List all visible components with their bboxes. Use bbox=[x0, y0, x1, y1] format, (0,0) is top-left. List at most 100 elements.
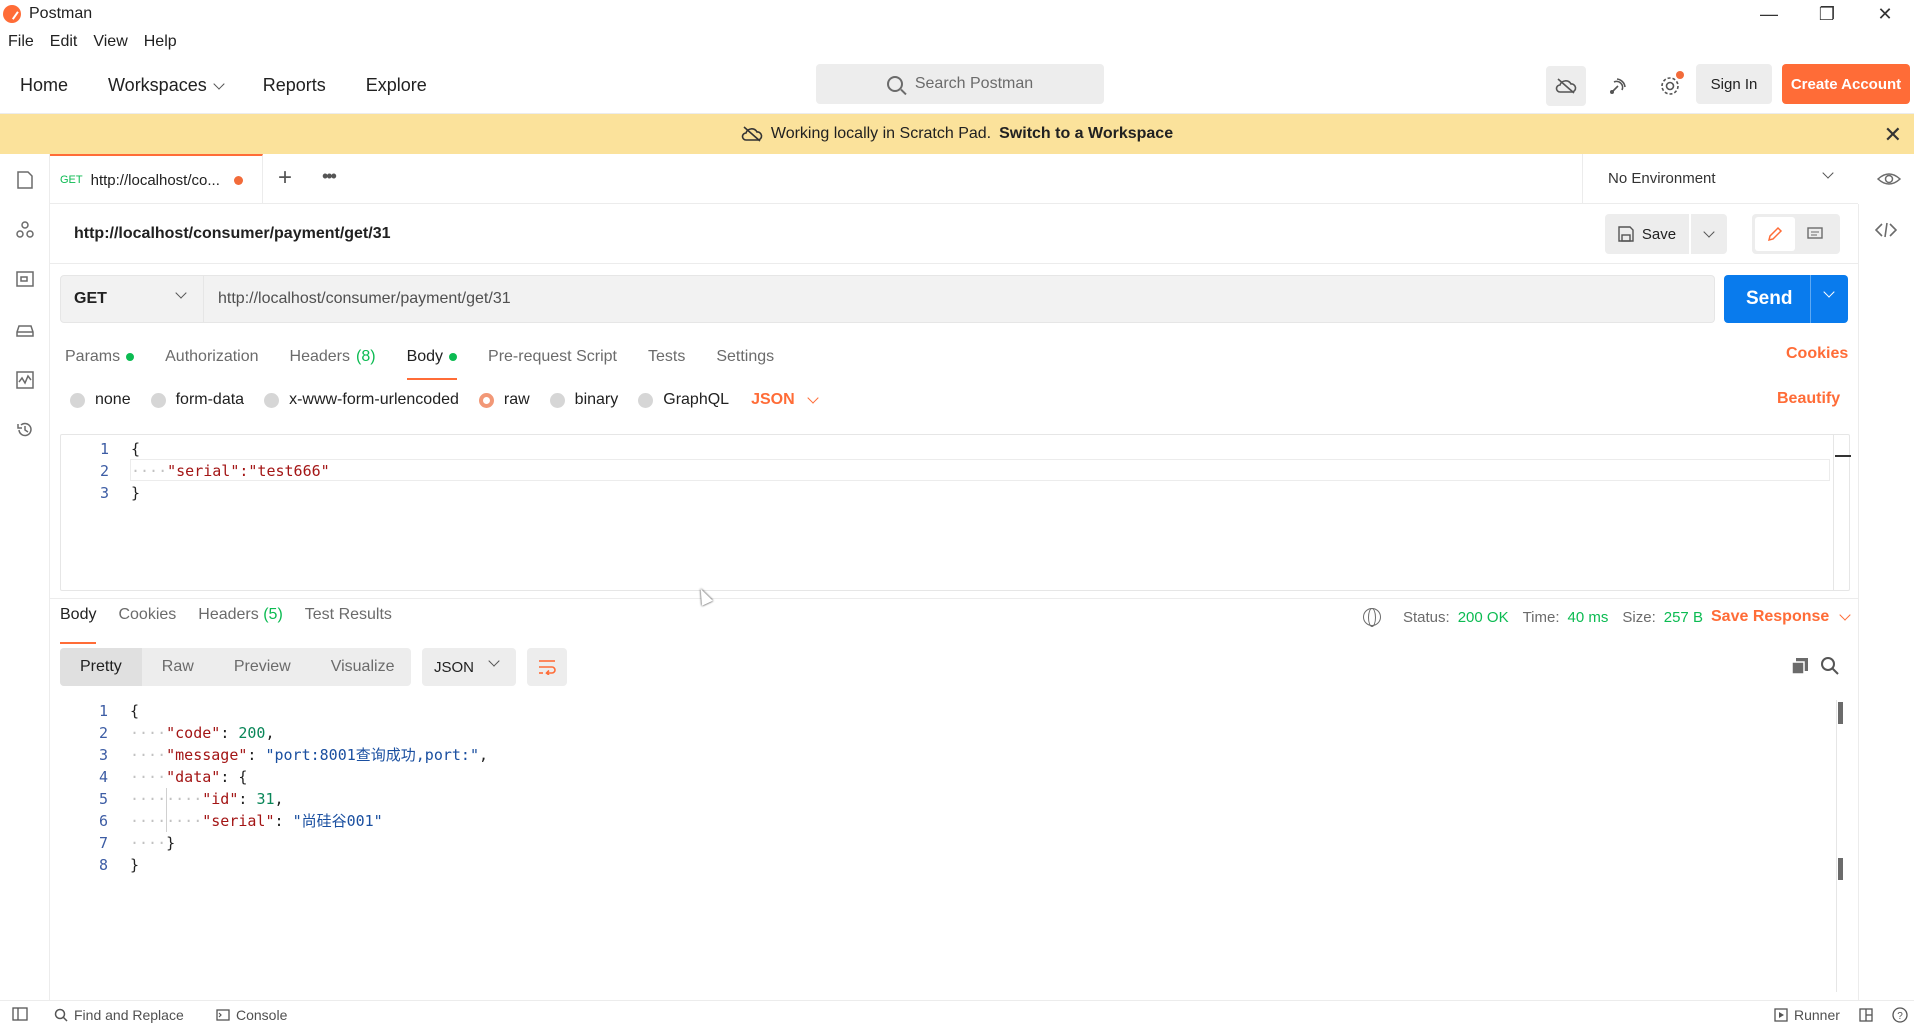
runner-icon bbox=[1774, 1008, 1788, 1022]
code-icon[interactable] bbox=[1875, 222, 1897, 238]
environment-select[interactable]: No Environment bbox=[1582, 154, 1858, 204]
save-dropdown-button[interactable] bbox=[1691, 214, 1727, 254]
minimize-button[interactable]: — bbox=[1740, 0, 1798, 28]
nav-workspaces[interactable]: Workspaces bbox=[108, 75, 225, 96]
new-tab-button[interactable]: + bbox=[278, 164, 292, 192]
request-title[interactable]: http://localhost/consumer/payment/get/31 bbox=[74, 225, 391, 243]
view-raw[interactable]: Raw bbox=[142, 648, 214, 686]
response-body-viewer[interactable]: 1 2 3 4 5 6 7 8 { ····"code": 200, ····"… bbox=[60, 700, 1836, 992]
beautify-link[interactable]: Beautify bbox=[1777, 390, 1840, 408]
find-replace-button[interactable]: Find and Replace bbox=[54, 1007, 184, 1023]
view-visualize[interactable]: Visualize bbox=[311, 648, 415, 686]
more-tabs-icon[interactable]: ••• bbox=[322, 166, 337, 187]
radio-binary[interactable]: binary bbox=[549, 391, 618, 409]
raw-format-select[interactable]: JSON bbox=[751, 391, 819, 409]
url-input[interactable]: http://localhost/consumer/payment/get/31 bbox=[204, 275, 1715, 323]
console-button[interactable]: Console bbox=[216, 1007, 287, 1023]
code-line: ········"id": 31, bbox=[130, 790, 284, 808]
cookies-link[interactable]: Cookies bbox=[1786, 345, 1848, 363]
close-window-button[interactable]: ✕ bbox=[1856, 0, 1914, 28]
size-value[interactable]: 257 B bbox=[1664, 609, 1703, 626]
nav-reports[interactable]: Reports bbox=[263, 75, 326, 96]
wrap-lines-button[interactable] bbox=[527, 648, 567, 686]
time-value[interactable]: 40 ms bbox=[1568, 609, 1609, 626]
view-pretty[interactable]: Pretty bbox=[60, 648, 142, 686]
restore-button[interactable]: ❐ bbox=[1798, 0, 1856, 28]
code-line: } bbox=[130, 856, 140, 874]
tab-tests[interactable]: Tests bbox=[648, 340, 685, 374]
nav-home[interactable]: Home bbox=[20, 75, 68, 96]
sign-in-button[interactable]: Sign In bbox=[1696, 64, 1772, 104]
resp-tab-body[interactable]: Body bbox=[60, 606, 97, 644]
monitors-icon[interactable] bbox=[15, 370, 35, 390]
http-method-select[interactable]: GET bbox=[60, 275, 204, 323]
runner-button[interactable]: Runner bbox=[1774, 1007, 1840, 1023]
save-button[interactable]: Save bbox=[1605, 214, 1689, 254]
resp-tab-test-results[interactable]: Test Results bbox=[305, 606, 392, 636]
environment-quick-look-icon[interactable] bbox=[1876, 166, 1902, 192]
json-value-serial: "尚硅谷001" bbox=[292, 812, 383, 830]
status-value[interactable]: 200 OK bbox=[1458, 609, 1509, 626]
settings-gear-icon[interactable] bbox=[1650, 66, 1690, 106]
editor-scrollbar[interactable] bbox=[1833, 435, 1834, 591]
tab-params[interactable]: Params bbox=[65, 340, 135, 374]
edit-pencil-icon[interactable] bbox=[1755, 217, 1795, 251]
globe-icon[interactable] bbox=[1363, 608, 1381, 627]
response-format-select[interactable]: JSON bbox=[422, 648, 516, 686]
nav-explore[interactable]: Explore bbox=[366, 75, 427, 96]
search-input[interactable]: Search Postman bbox=[816, 64, 1104, 104]
radio-circle bbox=[70, 392, 85, 408]
tab-method: GET bbox=[60, 174, 83, 186]
radio-circle bbox=[264, 392, 280, 408]
tab-headers[interactable]: Headers (8) bbox=[290, 340, 376, 374]
toggle-sidebar-icon[interactable] bbox=[12, 1007, 28, 1021]
radio-urlencoded[interactable]: x-www-form-urlencoded bbox=[264, 391, 459, 409]
method-label: GET bbox=[74, 290, 107, 307]
radio-graphql[interactable]: GraphQL bbox=[638, 391, 729, 409]
resp-tab-cookies[interactable]: Cookies bbox=[118, 606, 176, 636]
history-icon[interactable] bbox=[15, 420, 35, 440]
copy-icon[interactable] bbox=[1790, 656, 1810, 676]
radio-raw[interactable]: raw bbox=[478, 391, 530, 409]
radio-none[interactable]: none bbox=[70, 391, 131, 409]
tab-settings[interactable]: Settings bbox=[716, 340, 774, 374]
url-value: http://localhost/consumer/payment/get/31 bbox=[218, 290, 511, 307]
radio-form-data[interactable]: form-data bbox=[150, 391, 244, 409]
resp-tab-headers[interactable]: Headers (5) bbox=[198, 606, 283, 636]
close-icon[interactable]: ✕ bbox=[1884, 122, 1902, 148]
unsaved-indicator bbox=[233, 175, 243, 185]
help-icon[interactable]: ? bbox=[1892, 1007, 1908, 1023]
two-pane-icon[interactable] bbox=[1859, 1008, 1873, 1022]
apis-icon[interactable] bbox=[15, 220, 35, 240]
menu-edit[interactable]: Edit bbox=[42, 33, 86, 51]
send-options-chevron-icon[interactable] bbox=[1823, 286, 1835, 298]
tab-authorization[interactable]: Authorization bbox=[165, 340, 258, 374]
scrollbar-thumb[interactable] bbox=[1838, 702, 1843, 724]
tab-body[interactable]: Body bbox=[406, 340, 458, 380]
search-response-icon[interactable] bbox=[1820, 656, 1840, 676]
menu-file[interactable]: File bbox=[0, 33, 42, 51]
view-preview[interactable]: Preview bbox=[214, 648, 311, 686]
create-account-button[interactable]: Create Account bbox=[1782, 64, 1910, 104]
cloud-sync-icon[interactable] bbox=[1546, 66, 1586, 106]
send-button[interactable]: Send bbox=[1724, 275, 1848, 323]
comments-icon[interactable] bbox=[1795, 217, 1835, 251]
collections-icon[interactable] bbox=[15, 170, 35, 190]
response-scrollbar[interactable] bbox=[1836, 700, 1837, 992]
satellite-icon[interactable] bbox=[1598, 66, 1638, 106]
menu-help[interactable]: Help bbox=[136, 33, 185, 51]
title-bar: Postman — ❐ ✕ bbox=[0, 0, 1914, 28]
request-body-editor[interactable]: 1 2 3 { ····"serial":"test666" } bbox=[60, 434, 1851, 591]
mock-servers-icon[interactable] bbox=[15, 320, 35, 340]
chevron-down-icon bbox=[1703, 226, 1715, 238]
response-divider[interactable] bbox=[50, 598, 1858, 599]
left-sidebar bbox=[0, 154, 50, 1000]
environments-icon[interactable] bbox=[15, 270, 35, 290]
scrollbar-thumb[interactable] bbox=[1838, 858, 1843, 880]
save-response-button[interactable]: Save Response bbox=[1711, 608, 1851, 626]
code-line: ····"data": { bbox=[130, 768, 248, 786]
tab-pre-request-script[interactable]: Pre-request Script bbox=[488, 340, 617, 374]
switch-workspace-link[interactable]: Switch to a Workspace bbox=[999, 125, 1173, 143]
request-tab[interactable]: GET http://localhost/co... bbox=[50, 154, 263, 204]
menu-view[interactable]: View bbox=[85, 33, 135, 51]
